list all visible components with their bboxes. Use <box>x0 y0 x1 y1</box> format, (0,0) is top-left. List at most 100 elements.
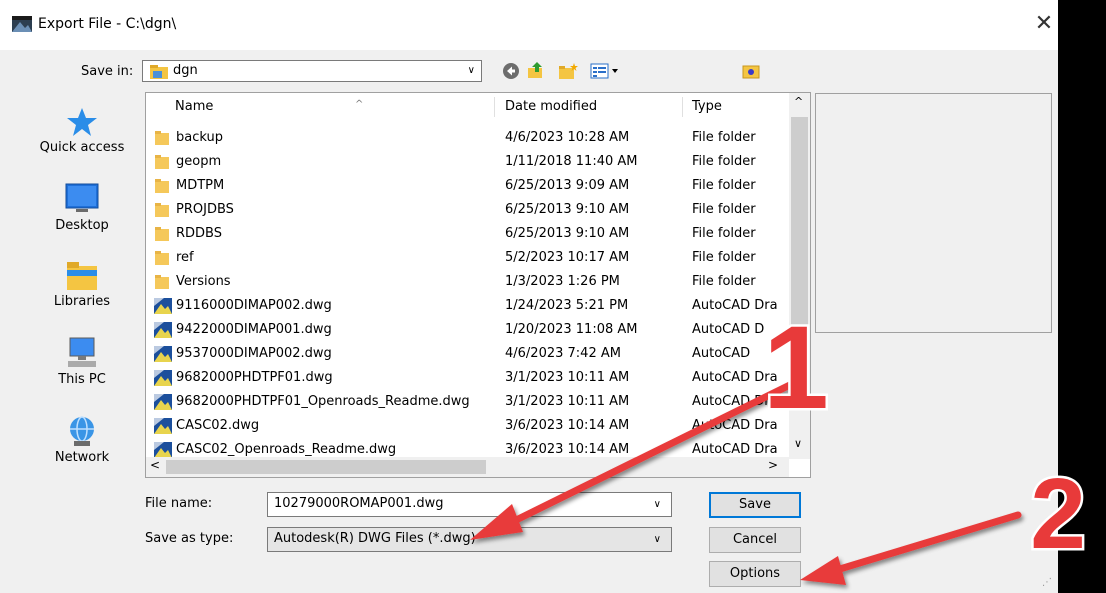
file-type: AutoCAD D <box>692 322 765 337</box>
file-name: PROJDBS <box>176 202 234 217</box>
star-icon <box>67 108 97 136</box>
view-menu-button[interactable] <box>588 60 622 82</box>
file-row[interactable]: 9422000DIMAP001.dwg 1/20/2023 11:08 AM Aut… <box>146 318 791 342</box>
horizontal-scrollbar[interactable]: < > <box>146 457 789 477</box>
file-date: 1/3/2023 1:26 PM <box>505 274 620 289</box>
back-arrow-icon <box>503 63 519 79</box>
folder-options-button[interactable] <box>740 60 762 82</box>
close-button[interactable]: ✕ <box>1032 10 1056 38</box>
column-divider[interactable] <box>682 97 683 117</box>
resize-grip-icon[interactable]: ⋰ <box>1042 577 1052 588</box>
place-this-pc[interactable]: This PC <box>28 336 136 387</box>
dwg-file-icon <box>154 394 172 410</box>
file-type: File folder <box>692 226 756 241</box>
scroll-up-icon[interactable]: ^ <box>794 95 803 108</box>
file-row[interactable]: 9116000DIMAP002.dwg 1/24/2023 5:21 PM Auto… <box>146 294 791 318</box>
file-type: AutoCAD Dra <box>692 298 778 313</box>
file-row[interactable]: CASC02.dwg 3/6/2023 10:14 AM AutoCAD Dra <box>146 414 791 438</box>
file-type: File folder <box>692 202 756 217</box>
file-row[interactable]: 9682000PHDTPF01_Openroads_Readme.dwg 3/1/… <box>146 390 791 414</box>
folder-icon <box>155 275 169 289</box>
file-name: backup <box>176 130 223 145</box>
file-name: Versions <box>176 274 231 289</box>
file-name: 9682000PHDTPF01_Openroads_Readme.dwg <box>176 394 470 409</box>
save-in-dropdown[interactable]: dgn ∨ <box>142 60 482 82</box>
folder-icon <box>155 155 169 169</box>
vertical-scrollbar[interactable]: ^ ∨ <box>789 93 810 459</box>
chevron-down-icon: ∨ <box>467 65 475 76</box>
scroll-left-icon[interactable]: < <box>150 458 160 472</box>
save-in-value: dgn <box>173 63 198 78</box>
file-row[interactable]: Versions 1/3/2023 1:26 PM File folder <box>146 270 791 294</box>
scrollbar-thumb[interactable] <box>791 117 808 347</box>
folder-icon <box>155 227 169 241</box>
column-header-type[interactable]: Type <box>692 93 722 121</box>
column-divider[interactable] <box>494 97 495 117</box>
file-name-label: File name: <box>145 496 213 511</box>
save-as-type-dropdown[interactable]: Autodesk(R) DWG Files (*.dwg) ∨ <box>267 527 672 552</box>
libraries-icon <box>67 262 97 290</box>
place-quick-access[interactable]: Quick access <box>28 106 136 155</box>
cancel-button[interactable]: Cancel <box>709 527 801 553</box>
file-date: 3/1/2023 10:11 AM <box>505 370 630 385</box>
dwg-file-icon <box>154 298 172 314</box>
file-row[interactable]: RDDBS 6/25/2013 9:10 AM File folder <box>146 222 791 246</box>
place-desktop[interactable]: Desktop <box>28 182 136 233</box>
file-date: 3/1/2023 10:11 AM <box>505 394 630 409</box>
file-name: 9422000DIMAP001.dwg <box>176 322 332 337</box>
scrollbar-thumb[interactable] <box>166 460 486 474</box>
file-type: File folder <box>692 250 756 265</box>
chevron-down-icon[interactable]: ∨ <box>654 499 661 510</box>
view-menu-icon <box>590 63 618 79</box>
file-name-input[interactable]: 10279000ROMAP001.dwg ∨ <box>267 492 672 517</box>
file-type: File folder <box>692 130 756 145</box>
folder-icon <box>155 131 169 145</box>
save-as-type-value: Autodesk(R) DWG Files (*.dwg) <box>274 531 476 546</box>
title-bar: Export File - C:\dgn\ ✕ <box>0 0 1058 50</box>
options-button[interactable]: Options <box>709 561 801 587</box>
file-type: File folder <box>692 178 756 193</box>
file-type: AutoCAD <box>692 346 751 361</box>
sort-ascending-icon: ^ <box>355 99 364 110</box>
file-type: File folder <box>692 274 756 289</box>
file-row[interactable]: 9537000DIMAP002.dwg 4/6/2023 7:42 AM AutoC… <box>146 342 791 366</box>
file-row[interactable]: geopm 1/11/2018 11:40 AM File folder <box>146 150 791 174</box>
up-one-level-button[interactable] <box>525 60 547 82</box>
new-folder-button[interactable] <box>557 60 579 82</box>
file-row[interactable]: PROJDBS 6/25/2013 9:10 AM File folder <box>146 198 791 222</box>
file-date: 5/2/2023 10:17 AM <box>505 250 630 265</box>
dwg-file-icon <box>154 418 172 434</box>
column-header-name[interactable]: Name <box>175 93 213 121</box>
place-network[interactable]: Network <box>28 414 136 465</box>
file-date: 1/24/2023 5:21 PM <box>505 298 629 313</box>
file-row[interactable]: 9682000PHDTPF01.dwg 3/1/2023 10:11 AM Auto… <box>146 366 791 390</box>
column-header-date[interactable]: Date modified <box>505 93 597 121</box>
save-in-label: Save in: <box>81 64 134 79</box>
preview-pane <box>815 93 1052 333</box>
file-row[interactable]: backup 4/6/2023 10:28 AM File folder <box>146 126 791 150</box>
file-name: 9537000DIMAP002.dwg <box>176 346 332 361</box>
file-date: 3/6/2023 10:14 AM <box>505 418 630 433</box>
scroll-down-icon[interactable]: ∨ <box>794 437 802 450</box>
file-date: 1/20/2023 11:08 AM <box>505 322 638 337</box>
file-date: 6/25/2013 9:10 AM <box>505 202 630 217</box>
dwg-file-icon <box>154 370 172 386</box>
back-button[interactable] <box>500 60 522 82</box>
save-button[interactable]: Save <box>709 492 801 518</box>
file-list[interactable]: Name ^ Date modified Type backup 4/6/2023… <box>145 92 811 478</box>
chevron-down-icon: ∨ <box>653 534 661 545</box>
file-row[interactable]: MDTPM 6/25/2013 9:09 AM File folder <box>146 174 791 198</box>
new-folder-icon <box>559 63 578 79</box>
file-row[interactable]: ref 5/2/2023 10:17 AM File folder <box>146 246 791 270</box>
file-name-value: 10279000ROMAP001.dwg <box>274 496 444 511</box>
file-type: AutoCAD Dra <box>692 418 778 433</box>
file-date: 4/6/2023 10:28 AM <box>505 130 630 145</box>
file-date: 6/25/2013 9:09 AM <box>505 178 630 193</box>
folder-icon <box>155 203 169 217</box>
file-name: CASC02.dwg <box>176 418 260 433</box>
app-icon <box>12 16 32 32</box>
place-libraries[interactable]: Libraries <box>28 260 136 309</box>
scroll-right-icon[interactable]: > <box>768 458 778 472</box>
file-date: 4/6/2023 7:42 AM <box>505 346 621 361</box>
file-name: 9682000PHDTPF01.dwg <box>176 370 333 385</box>
